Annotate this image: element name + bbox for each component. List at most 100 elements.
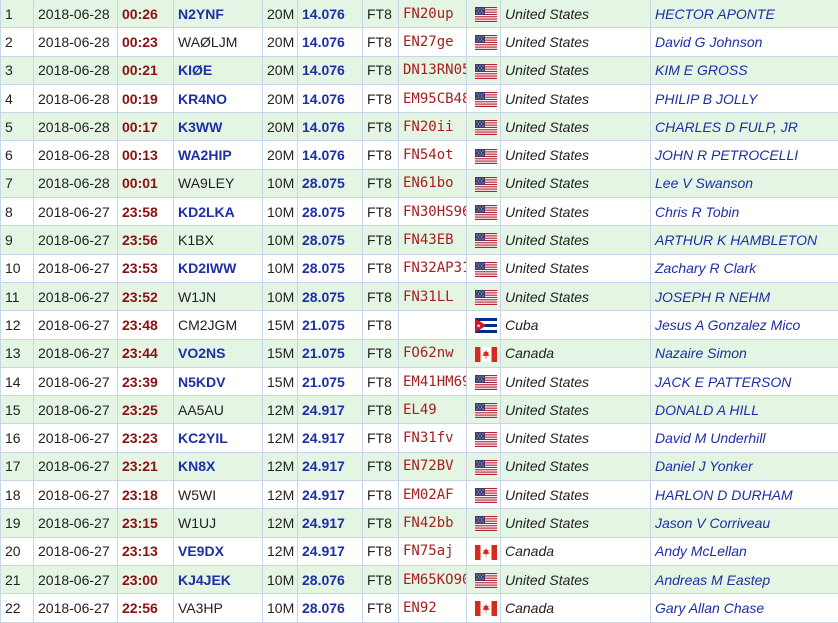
callsign-link[interactable]: KR4NO bbox=[174, 84, 263, 112]
row-number: 15 bbox=[1, 396, 34, 424]
table-row: 62018-06-2800:13WA2HIP20M14.076FT8FN54ot… bbox=[1, 141, 838, 169]
operator-name-link[interactable]: DONALD A HILL bbox=[651, 396, 838, 424]
qso-date: 2018-06-27 bbox=[34, 481, 118, 509]
row-number: 12 bbox=[1, 311, 34, 339]
callsign-link[interactable]: N5KDV bbox=[174, 367, 263, 395]
frequency: 28.075 bbox=[298, 226, 363, 254]
grid-locator: FN31fv bbox=[399, 424, 467, 452]
table-row: 22018-06-2800:23WAØLJM20M14.076FT8EN27ge… bbox=[1, 28, 838, 56]
callsign-link[interactable]: KD2IWW bbox=[174, 254, 263, 282]
flag-cell bbox=[467, 396, 501, 424]
row-number: 18 bbox=[1, 481, 34, 509]
frequency: 24.917 bbox=[298, 509, 363, 537]
operator-name-link[interactable]: Jesus A Gonzalez Mico bbox=[651, 311, 838, 339]
callsign-link[interactable]: KC2YIL bbox=[174, 424, 263, 452]
country: United States bbox=[501, 481, 651, 509]
operator-name-link[interactable]: JOSEPH R NEHM bbox=[651, 282, 838, 310]
operator-name-link[interactable]: JACK E PATTERSON bbox=[651, 367, 838, 395]
callsign-link[interactable]: KD2LKA bbox=[174, 198, 263, 226]
operator-name-link[interactable]: Jason V Corriveau bbox=[651, 509, 838, 537]
operator-name-link[interactable]: David M Underhill bbox=[651, 424, 838, 452]
qso-date: 2018-06-27 bbox=[34, 424, 118, 452]
country: United States bbox=[501, 282, 651, 310]
grid-locator: EM41HM69 bbox=[399, 367, 467, 395]
country: Canada bbox=[501, 537, 651, 565]
country: Cuba bbox=[501, 311, 651, 339]
us-flag-icon bbox=[475, 35, 497, 50]
mode: FT8 bbox=[363, 537, 399, 565]
table-row: 92018-06-2723:56K1BX10M28.075FT8FN43EBUn… bbox=[1, 226, 838, 254]
country: United States bbox=[501, 452, 651, 480]
cuba-flag-icon bbox=[475, 318, 497, 333]
flag-cell bbox=[467, 509, 501, 537]
callsign-link[interactable]: VO2NS bbox=[174, 339, 263, 367]
operator-name-link[interactable]: David G Johnson bbox=[651, 28, 838, 56]
frequency: 28.075 bbox=[298, 198, 363, 226]
operator-name-link[interactable]: ARTHUR K HAMBLETON bbox=[651, 226, 838, 254]
table-row: 152018-06-2723:25AA5AU12M24.917FT8EL49Un… bbox=[1, 396, 838, 424]
callsign-link[interactable]: AA5AU bbox=[174, 396, 263, 424]
grid-locator: EM02AF bbox=[399, 481, 467, 509]
row-number: 14 bbox=[1, 367, 34, 395]
us-flag-icon bbox=[475, 488, 497, 503]
qso-time: 23:25 bbox=[118, 396, 174, 424]
frequency: 14.076 bbox=[298, 56, 363, 84]
callsign-link[interactable]: VA3HP bbox=[174, 594, 263, 622]
qso-date: 2018-06-27 bbox=[34, 594, 118, 622]
operator-name-link[interactable]: Daniel J Yonker bbox=[651, 452, 838, 480]
operator-name-link[interactable]: Nazaire Simon bbox=[651, 339, 838, 367]
grid-locator: FN32AP31 bbox=[399, 254, 467, 282]
qso-date: 2018-06-27 bbox=[34, 509, 118, 537]
band: 20M bbox=[263, 113, 298, 141]
table-row: 182018-06-2723:18W5WI12M24.917FT8EM02AFU… bbox=[1, 481, 838, 509]
band: 12M bbox=[263, 537, 298, 565]
row-number: 4 bbox=[1, 84, 34, 112]
callsign-link[interactable]: KN8X bbox=[174, 452, 263, 480]
operator-name-link[interactable]: Andy McLellan bbox=[651, 537, 838, 565]
flag-cell bbox=[467, 424, 501, 452]
operator-name-link[interactable]: PHILIP B JOLLY bbox=[651, 84, 838, 112]
operator-name-link[interactable]: JOHN R PETROCELLI bbox=[651, 141, 838, 169]
callsign-link[interactable]: CM2JGM bbox=[174, 311, 263, 339]
callsign-link[interactable]: WA9LEY bbox=[174, 169, 263, 197]
callsign-link[interactable]: WA2HIP bbox=[174, 141, 263, 169]
callsign-link[interactable]: K1BX bbox=[174, 226, 263, 254]
flag-cell bbox=[467, 282, 501, 310]
operator-name-link[interactable]: Chris R Tobin bbox=[651, 198, 838, 226]
qso-time: 23:00 bbox=[118, 565, 174, 593]
callsign-link[interactable]: VE9DX bbox=[174, 537, 263, 565]
flag-cell bbox=[467, 339, 501, 367]
us-flag-icon bbox=[475, 403, 497, 418]
operator-name-link[interactable]: HECTOR APONTE bbox=[651, 0, 838, 28]
callsign-link[interactable]: W5WI bbox=[174, 481, 263, 509]
operator-name-link[interactable]: Gary Allan Chase bbox=[651, 594, 838, 622]
callsign-link[interactable]: W1JN bbox=[174, 282, 263, 310]
us-flag-icon bbox=[475, 177, 497, 192]
callsign-link[interactable]: WAØLJM bbox=[174, 28, 263, 56]
callsign-link[interactable]: KJ4JEK bbox=[174, 565, 263, 593]
operator-name-link[interactable]: CHARLES D FULP, JR bbox=[651, 113, 838, 141]
frequency: 14.076 bbox=[298, 28, 363, 56]
operator-name-link[interactable]: HARLON D DURHAM bbox=[651, 481, 838, 509]
frequency: 14.076 bbox=[298, 141, 363, 169]
callsign-link[interactable]: N2YNF bbox=[174, 0, 263, 28]
qso-date: 2018-06-28 bbox=[34, 28, 118, 56]
callsign-link[interactable]: KIØE bbox=[174, 56, 263, 84]
flag-cell bbox=[467, 113, 501, 141]
operator-name-link[interactable]: Lee V Swanson bbox=[651, 169, 838, 197]
mode: FT8 bbox=[363, 339, 399, 367]
qso-date: 2018-06-27 bbox=[34, 226, 118, 254]
band: 12M bbox=[263, 481, 298, 509]
operator-name-link[interactable]: Zachary R Clark bbox=[651, 254, 838, 282]
callsign-link[interactable]: K3WW bbox=[174, 113, 263, 141]
country: United States bbox=[501, 169, 651, 197]
operator-name-link[interactable]: Andreas M Eastep bbox=[651, 565, 838, 593]
callsign-link[interactable]: W1UJ bbox=[174, 509, 263, 537]
flag-cell bbox=[467, 311, 501, 339]
row-number: 10 bbox=[1, 254, 34, 282]
country: United States bbox=[501, 56, 651, 84]
band: 10M bbox=[263, 254, 298, 282]
table-row: 172018-06-2723:21KN8X12M24.917FT8EN72BVU… bbox=[1, 452, 838, 480]
operator-name-link[interactable]: KIM E GROSS bbox=[651, 56, 838, 84]
country: United States bbox=[501, 424, 651, 452]
